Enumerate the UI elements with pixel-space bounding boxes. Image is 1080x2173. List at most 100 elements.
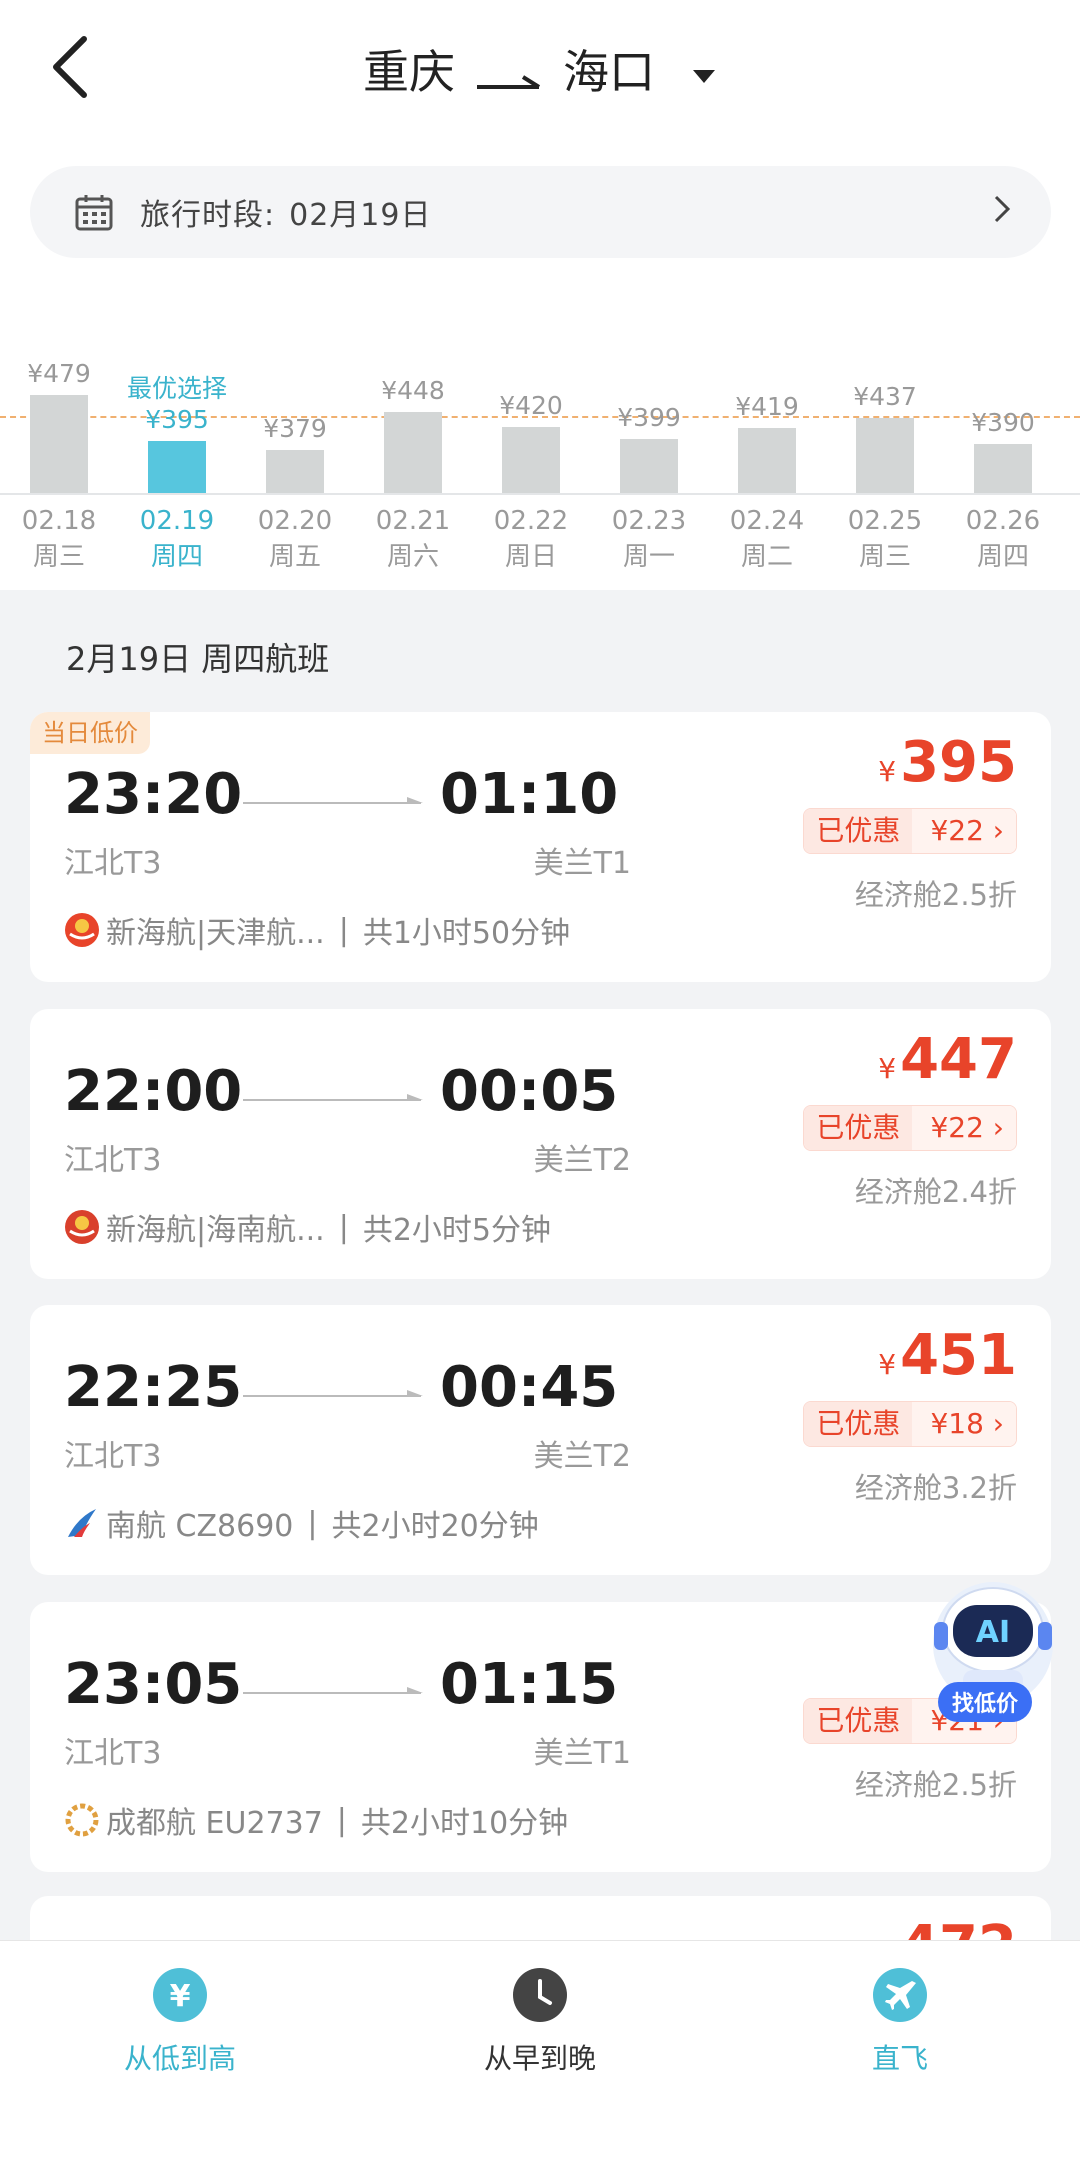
low-price-tag: 当日低价 [30, 712, 150, 754]
calendar-day-02.21[interactable]: ¥448 02.21 周六 [354, 330, 472, 572]
flight-price: ¥451 [878, 1323, 1017, 1388]
caret-down-icon [691, 42, 717, 96]
day-date: 02.22 周日 [472, 503, 590, 575]
discount-label: 已优惠 [804, 809, 913, 853]
discount-label: 已优惠 [804, 1699, 913, 1743]
calendar-icon [75, 195, 113, 231]
price-bar [384, 412, 442, 493]
calendar-day-02.19[interactable]: ¥395 最优选择 02.19 周四 [118, 330, 236, 572]
top-panel: 重庆 海口 旅行时段: 02月19日 ¥479 02.18 周三 ¥395 最优… [0, 0, 1080, 590]
price-value: 447 [900, 1027, 1017, 1092]
calendar-day-02.26[interactable]: ¥390 02.26 周四 [944, 330, 1062, 572]
flight-info: 南航 CZ8690 | 共2小时20分钟 [64, 1501, 539, 1545]
airline-name: 成都航 EU2737 [106, 1806, 323, 1841]
day-price: ¥437 [853, 382, 917, 411]
sort-price-low-high[interactable]: ¥ 从低到高 [60, 1967, 300, 2077]
discount-label: 已优惠 [804, 1402, 913, 1446]
period-date: 02月19日 [289, 198, 432, 233]
clock-icon [513, 1968, 567, 2022]
day-date-text: 02.24 [729, 506, 805, 536]
price-bar [148, 441, 206, 493]
day-date: 02.26 周四 [944, 503, 1062, 575]
departure-time: 22:25 [64, 1355, 243, 1420]
price-bar [30, 395, 88, 493]
day-date: 02.25 周三 [826, 503, 944, 575]
day-price: ¥399 [617, 403, 681, 432]
header: 重庆 海口 [0, 0, 1080, 140]
tab-label: 从早到晚 [483, 2042, 596, 2075]
cabin-discount: 经济舱2.4折 [854, 1175, 1017, 1209]
discount-amount: ¥22 [930, 814, 984, 847]
day-date-text: 02.22 [493, 506, 569, 536]
cabin-discount: 经济舱2.5折 [854, 1768, 1017, 1802]
arrival-time: 01:10 [440, 762, 619, 827]
day-weekday: 周四 [976, 542, 1029, 572]
flight-arrow-icon [243, 1390, 423, 1397]
price-value: 395 [900, 730, 1017, 795]
calendar-day-02.24[interactable]: ¥419 02.24 周二 [708, 330, 826, 572]
price-calendar-chart: ¥479 02.18 周三 ¥395 最优选择 02.19 周四 ¥379 02.20 周五 ¥44… [0, 330, 1080, 572]
day-weekday: 周三 [858, 542, 911, 572]
flight-card[interactable]: 22:25 00:45 江北T3 美兰T2 南航 CZ8690 | 共2小时20分钟 ¥451… [30, 1305, 1051, 1575]
discount-value: ¥22 › [912, 809, 1016, 853]
discount-value: ¥18 › [912, 1402, 1016, 1446]
airline-name: 新海航|海南航... [106, 1213, 325, 1248]
flight-arrow-icon [243, 797, 423, 804]
day-date-text: 02.23 [611, 506, 687, 536]
arrival-time: 00:45 [440, 1355, 619, 1420]
section-title: 2月19日 周四航班 [66, 640, 330, 678]
route-title[interactable]: 重庆 海口 [0, 36, 1080, 102]
flight-card[interactable]: 23:0501:15江北T3美兰T1成都航 EU2737|共2小时10分钟¥4已… [30, 1602, 1051, 1872]
arrival-airport: 美兰T1 [533, 1736, 631, 1771]
discount-badge[interactable]: 已优惠 ¥18 › [803, 1401, 1017, 1447]
price-bar [620, 439, 678, 493]
day-date: 02.23 周一 [590, 503, 708, 575]
day-date-text: 02.20 [257, 506, 333, 536]
calendar-day-02.20[interactable]: ¥379 02.20 周五 [236, 330, 354, 572]
flight-arrow-icon [243, 1094, 423, 1101]
yen-symbol: ¥ [878, 1348, 897, 1381]
yen-icon: ¥ [153, 1968, 207, 2022]
departure-airport: 江北T3 [64, 1439, 162, 1474]
yen-symbol: ¥ [878, 1052, 897, 1085]
discount-badge[interactable]: 已优惠 ¥22 › [803, 1105, 1017, 1151]
day-weekday: 周五 [268, 542, 321, 572]
hainan-airlines-logo-icon [65, 1210, 99, 1244]
departure-time: 23:05 [64, 1652, 243, 1717]
filter-direct-flight[interactable]: 直飞 [780, 1967, 1020, 2077]
calendar-day-02.23[interactable]: ¥399 02.23 周一 [590, 330, 708, 572]
day-price: ¥395 [145, 405, 209, 434]
flight-card[interactable]: 当日低价 23:20 01:10 江北T3 美兰T1 新海航|天津航... | 共1小时50分… [30, 712, 1051, 982]
day-weekday: 周一 [622, 542, 675, 572]
calendar-day-02.25[interactable]: ¥437 02.25 周三 [826, 330, 944, 572]
day-date: 02.18 周三 [0, 503, 118, 575]
price-bar [974, 444, 1032, 493]
destination-city: 海口 [563, 45, 655, 99]
day-price: ¥379 [263, 414, 327, 443]
flight-arrow-icon [243, 1687, 423, 1694]
airline-name: 南航 CZ8690 [106, 1509, 294, 1544]
china-southern-logo-icon [68, 1509, 96, 1537]
bottom-sort-bar: ¥ 从低到高 从早到晚 直飞 [0, 1940, 1080, 2173]
airline-name: 新海航|天津航... [106, 916, 325, 951]
arrival-airport: 美兰T2 [533, 1143, 631, 1178]
discount-amount: ¥22 [930, 1111, 984, 1144]
discount-badge[interactable]: 已优惠 ¥22 › [803, 808, 1017, 854]
travel-period-selector[interactable]: 旅行时段: 02月19日 [30, 166, 1051, 258]
flight-info: 新海航|天津航... | 共1小时50分钟 [64, 908, 570, 952]
origin-city: 重庆 [363, 45, 455, 99]
day-date-text: 02.18 [21, 506, 97, 536]
flight-price: ¥447 [878, 1027, 1017, 1092]
ai-label: 找低价 [938, 1682, 1033, 1722]
sort-time-early-late[interactable]: 从早到晚 [420, 1967, 660, 2077]
day-price: ¥448 [381, 376, 445, 405]
period-text: 旅行时段: 02月19日 [140, 190, 431, 234]
separator: | [338, 1209, 349, 1245]
flight-info: 成都航 EU2737 | 共2小时10分钟 [64, 1798, 568, 1842]
calendar-day-02.22[interactable]: ¥420 02.22 周日 [472, 330, 590, 572]
flight-card[interactable]: 22:00 00:05 江北T3 美兰T2 新海航|海南航... | 共2小时5分钟 ¥447… [30, 1009, 1051, 1279]
departure-airport: 江北T3 [64, 846, 162, 881]
calendar-day-02.18[interactable]: ¥479 02.18 周三 [0, 330, 118, 572]
price-bar [266, 450, 324, 493]
ai-assistant-button[interactable]: AI 找低价 [918, 1560, 1068, 1730]
